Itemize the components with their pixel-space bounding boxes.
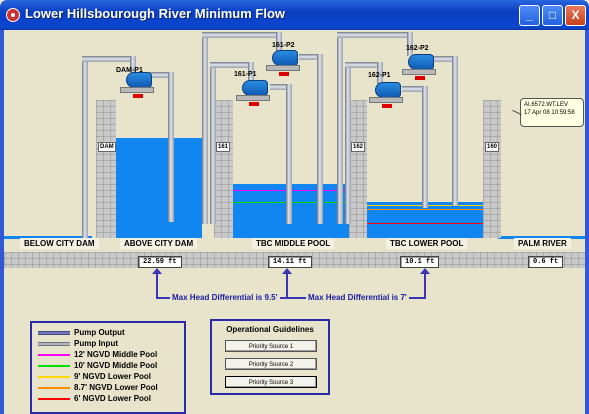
pump-status-led bbox=[249, 102, 259, 106]
reading-tbc-middle-pool[interactable]: 14.11 ft bbox=[268, 256, 312, 268]
gate-label-dam[interactable]: DAM bbox=[98, 142, 116, 152]
dam-input-pipe bbox=[168, 72, 174, 222]
arrow-up-icon bbox=[282, 268, 292, 274]
head-differential-upper: Max Head Differential is 9.5' bbox=[170, 293, 280, 302]
legend-swatch bbox=[38, 342, 70, 346]
legend-swatch bbox=[38, 331, 70, 335]
arrow-up-icon bbox=[152, 268, 162, 274]
priority-source-1-button[interactable]: Priority Source 1 bbox=[225, 340, 317, 352]
reading-palm-river[interactable]: 0.6 ft bbox=[528, 256, 564, 268]
gate-label-162[interactable]: 162 bbox=[351, 142, 366, 152]
pump-status-led bbox=[279, 72, 289, 76]
pump-label: 162-P2 bbox=[406, 45, 429, 52]
legend-panel: Pump Output Pump Input 12' NGVD Middle P… bbox=[30, 321, 186, 414]
161-p2-input-pipe bbox=[317, 54, 323, 224]
tooltip-timestamp: 17 Apr 08 10:59:58 bbox=[524, 110, 575, 116]
priority-source-3-button[interactable]: Priority Source 3 bbox=[225, 376, 317, 388]
level-6ft-lower bbox=[367, 223, 483, 224]
pump-161-p1[interactable] bbox=[236, 80, 270, 106]
level-87ft-lower bbox=[367, 209, 483, 210]
app-icon[interactable] bbox=[6, 8, 20, 22]
pump-dam-p1[interactable] bbox=[120, 72, 154, 98]
reading-tbc-lower-pool[interactable]: 10.1 ft bbox=[400, 256, 440, 268]
162-p2-output-pipe bbox=[337, 32, 343, 224]
reading-above-city-dam[interactable]: 22.59 ft bbox=[138, 256, 182, 268]
162-p1-input-pipe bbox=[422, 86, 428, 208]
pool-label-tbc-middle-pool: TBC MIDDLE POOL bbox=[252, 238, 335, 249]
wall-dam bbox=[96, 100, 116, 238]
priority-source-2-button[interactable]: Priority Source 2 bbox=[225, 358, 317, 370]
pump-status-led bbox=[382, 104, 392, 108]
tooltip-tag: AI.6572.WT.LEV bbox=[524, 102, 569, 108]
pool-label-above-city-dam: ABOVE CITY DAM bbox=[120, 238, 198, 249]
pump-label: 161-P2 bbox=[272, 42, 295, 49]
arrow-lower-pool bbox=[424, 270, 426, 298]
operational-guidelines-panel: Operational Guidelines Priority Source 1… bbox=[210, 319, 330, 395]
162-p2-pipe-down bbox=[407, 32, 413, 56]
pool-label-palm-river: PALM RIVER bbox=[514, 238, 571, 249]
legend-swatch bbox=[38, 376, 70, 378]
legend-swatch bbox=[38, 365, 70, 367]
wall-160 bbox=[483, 100, 501, 238]
pump-icon bbox=[408, 54, 434, 70]
head-differential-lower: Max Head Differential is 7' bbox=[306, 293, 409, 302]
pump-status-led bbox=[133, 94, 143, 98]
pump-icon bbox=[126, 72, 152, 88]
161-p2-pipe-top bbox=[202, 32, 282, 38]
pump-162-p1[interactable] bbox=[369, 82, 403, 108]
pump-161-p2[interactable] bbox=[266, 50, 300, 76]
gate-label-160[interactable]: 160 bbox=[485, 142, 500, 152]
window-title: Lower Hillsbourough River Minimum Flow bbox=[25, 6, 286, 21]
162-p2-input-pipe bbox=[452, 56, 458, 206]
dam-pipe-top bbox=[82, 56, 136, 62]
title-bar[interactable]: Lower Hillsbourough River Minimum Flow _… bbox=[0, 0, 589, 30]
arrow-middle-pool bbox=[286, 270, 288, 298]
minimize-button[interactable]: _ bbox=[519, 5, 540, 26]
pump-icon bbox=[375, 82, 401, 98]
161-p2-output-pipe bbox=[202, 32, 208, 224]
gate-label-161[interactable]: 161 bbox=[216, 142, 231, 152]
162-p2-pipe-top bbox=[337, 32, 413, 38]
pump-status-led bbox=[415, 76, 425, 80]
legend-swatch bbox=[38, 354, 70, 356]
pump-label: 162-P1 bbox=[368, 72, 391, 79]
pump-label: 161-P1 bbox=[234, 71, 257, 78]
above-city-dam-water bbox=[116, 138, 202, 238]
dam-output-pipe bbox=[82, 56, 88, 238]
pump-icon bbox=[242, 80, 268, 96]
arrow-up-icon bbox=[420, 268, 430, 274]
pump-162-p2[interactable] bbox=[402, 54, 436, 80]
pool-label-below-city-dam: BELOW CITY DAM bbox=[20, 238, 99, 249]
maximize-button[interactable]: □ bbox=[542, 5, 563, 26]
close-button[interactable]: X bbox=[565, 5, 586, 26]
wall-161 bbox=[214, 100, 233, 238]
guidelines-title: Operational Guidelines bbox=[226, 325, 314, 334]
pump-icon bbox=[272, 50, 298, 66]
pump-label: DAM-P1 bbox=[116, 67, 143, 74]
legend-swatch bbox=[38, 387, 70, 389]
pool-label-tbc-lower-pool: TBC LOWER POOL bbox=[386, 238, 468, 249]
wall-162 bbox=[349, 100, 367, 238]
arrow-above-dam bbox=[156, 270, 158, 298]
schematic-panel: DAM-P1 161-P2 161-P1 162-P2 162-P1 DAM 1… bbox=[4, 30, 585, 414]
level-tooltip: AI.6572.WT.LEV 17 Apr 08 10:59:58 bbox=[520, 98, 584, 127]
legend-swatch bbox=[38, 398, 70, 400]
161-p1-input-pipe bbox=[286, 84, 292, 224]
